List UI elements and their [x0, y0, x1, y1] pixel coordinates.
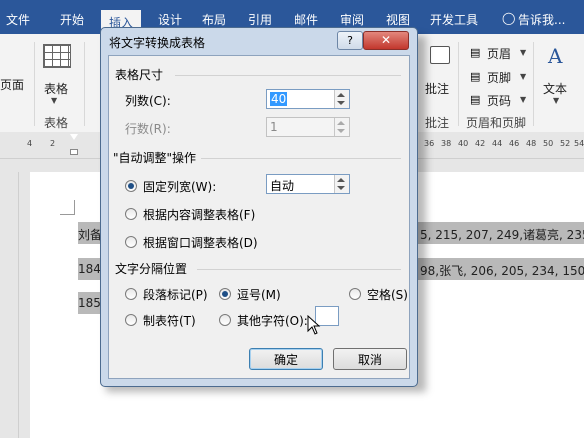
- group-divider: [533, 42, 534, 126]
- chevron-down-icon[interactable]: ▼: [520, 95, 526, 104]
- ruler-number: 38: [441, 139, 452, 148]
- group-divider: [34, 42, 35, 126]
- ruler-number: 42: [475, 139, 486, 148]
- separator-paragraph-radio[interactable]: [125, 288, 137, 300]
- chevron-down-icon[interactable]: ▼: [520, 48, 526, 57]
- rows-value: 1: [270, 120, 278, 134]
- text-box-icon[interactable]: A: [548, 44, 562, 68]
- autofit-window-label[interactable]: 根据窗口调整表格(D): [143, 234, 258, 251]
- section-divider: [197, 269, 401, 270]
- section-divider: [201, 158, 401, 159]
- separator-space-label[interactable]: 空格(S): [367, 286, 408, 303]
- margin-corner-mark: [60, 200, 75, 215]
- tab-review[interactable]: 审阅: [340, 11, 364, 28]
- help-button[interactable]: ?: [337, 31, 363, 50]
- comment-group-label: 批注: [425, 116, 450, 130]
- tab-design[interactable]: 设计: [158, 11, 182, 28]
- chevron-down-icon[interactable]: ▼: [520, 72, 526, 81]
- separator-space-radio[interactable]: [349, 288, 361, 300]
- autofit-window-radio[interactable]: [125, 236, 137, 248]
- ok-button[interactable]: 确定: [249, 348, 323, 370]
- spinner-arrows[interactable]: [334, 175, 349, 193]
- spinner-arrows: [334, 118, 349, 136]
- table-button-label[interactable]: 表格: [44, 80, 68, 97]
- separator-other-label[interactable]: 其他字符(O):: [237, 312, 308, 329]
- columns-spinner[interactable]: 40: [266, 89, 350, 109]
- document-text: 184: [78, 262, 101, 276]
- mouse-cursor-icon: [307, 315, 321, 335]
- tell-me-box[interactable]: 告诉我...: [518, 11, 565, 28]
- page-number-button[interactable]: 页码: [487, 92, 511, 109]
- header-icon: ▤: [470, 46, 481, 59]
- ruler-number: 52: [560, 139, 571, 148]
- section-divider: [175, 75, 401, 76]
- fixed-width-spinner[interactable]: 自动: [266, 174, 350, 194]
- header-footer-group-label: 页眉和页脚: [466, 116, 527, 130]
- ruler-number: 44: [492, 139, 503, 148]
- spinner-arrows[interactable]: [334, 90, 349, 108]
- ruler-number: 48: [526, 139, 537, 148]
- close-button[interactable]: ✕: [363, 31, 409, 50]
- separator-tab-label[interactable]: 制表符(T): [143, 312, 196, 329]
- table-size-heading: 表格尺寸: [115, 68, 164, 82]
- tab-file[interactable]: 文件: [6, 11, 30, 28]
- header-button[interactable]: 页眉: [487, 45, 511, 62]
- ruler-number: 2: [50, 139, 56, 148]
- tab-home[interactable]: 开始: [60, 11, 84, 28]
- columns-label: 列数(C):: [125, 94, 171, 108]
- document-text: 185: [78, 296, 101, 310]
- ruler-number: 40: [458, 139, 469, 148]
- text-button-label[interactable]: 文本: [543, 80, 567, 97]
- comment-button-label[interactable]: 批注: [425, 80, 449, 97]
- autofit-heading: "自动调整"操作: [113, 151, 197, 165]
- tab-mailings[interactable]: 邮件: [294, 11, 318, 28]
- cancel-button[interactable]: 取消: [333, 348, 407, 370]
- ruler-number: 54: [574, 139, 584, 148]
- pages-button-label[interactable]: 页面: [0, 76, 24, 93]
- convert-text-to-table-dialog: 将文字转换成表格 ? ✕ 表格尺寸 列数(C): 40 行数(R): 1 "自动…: [100, 27, 418, 387]
- fixed-width-radio[interactable]: [125, 180, 137, 192]
- footer-icon: ▤: [470, 70, 481, 83]
- lightbulb-icon: ◯: [502, 11, 516, 25]
- page-number-icon: ▤: [470, 93, 481, 106]
- vertical-ruler[interactable]: [0, 172, 19, 438]
- fixed-width-value[interactable]: 自动: [270, 177, 294, 194]
- chevron-down-icon[interactable]: ▼: [51, 96, 57, 105]
- ruler-number: 50: [543, 139, 554, 148]
- tab-developer[interactable]: 开发工具: [430, 11, 478, 28]
- separator-tab-radio[interactable]: [125, 314, 137, 326]
- indent-marker[interactable]: [70, 134, 78, 140]
- ruler-number: 4: [27, 139, 33, 148]
- separator-other-radio[interactable]: [219, 314, 231, 326]
- document-text: 刘备: [78, 228, 103, 242]
- tab-layout[interactable]: 布局: [202, 11, 226, 28]
- chevron-down-icon[interactable]: ▼: [553, 96, 559, 105]
- dialog-title: 将文字转换成表格: [109, 36, 206, 50]
- separator-heading: 文字分隔位置: [115, 262, 188, 276]
- group-divider: [458, 42, 459, 126]
- footer-button[interactable]: 页脚: [487, 69, 511, 86]
- group-divider: [84, 42, 85, 126]
- autofit-content-label[interactable]: 根据内容调整表格(F): [143, 206, 255, 223]
- tab-references[interactable]: 引用: [248, 11, 272, 28]
- fixed-width-label[interactable]: 固定列宽(W):: [143, 178, 216, 195]
- separator-paragraph-label[interactable]: 段落标记(P): [143, 286, 208, 303]
- document-text: 5, 215, 207, 249,诸葛亮, 235: [420, 228, 584, 242]
- indent-marker[interactable]: [70, 149, 78, 155]
- rows-label: 行数(R):: [125, 122, 171, 136]
- separator-comma-label[interactable]: 逗号(M): [237, 286, 281, 303]
- document-text: 98,张飞, 206, 205, 234, 150,: [420, 264, 584, 278]
- tab-view[interactable]: 视图: [386, 11, 410, 28]
- dialog-body: 表格尺寸 列数(C): 40 行数(R): 1 "自动调整"操作 固定列宽(W)…: [108, 55, 410, 379]
- table-group-label: 表格: [44, 116, 69, 130]
- comment-icon[interactable]: [430, 46, 450, 64]
- table-icon[interactable]: [43, 44, 71, 68]
- separator-comma-radio[interactable]: [219, 288, 231, 300]
- ruler-number: 46: [509, 139, 520, 148]
- rows-spinner: 1: [266, 117, 350, 137]
- autofit-content-radio[interactable]: [125, 208, 137, 220]
- columns-value[interactable]: 40: [270, 92, 288, 106]
